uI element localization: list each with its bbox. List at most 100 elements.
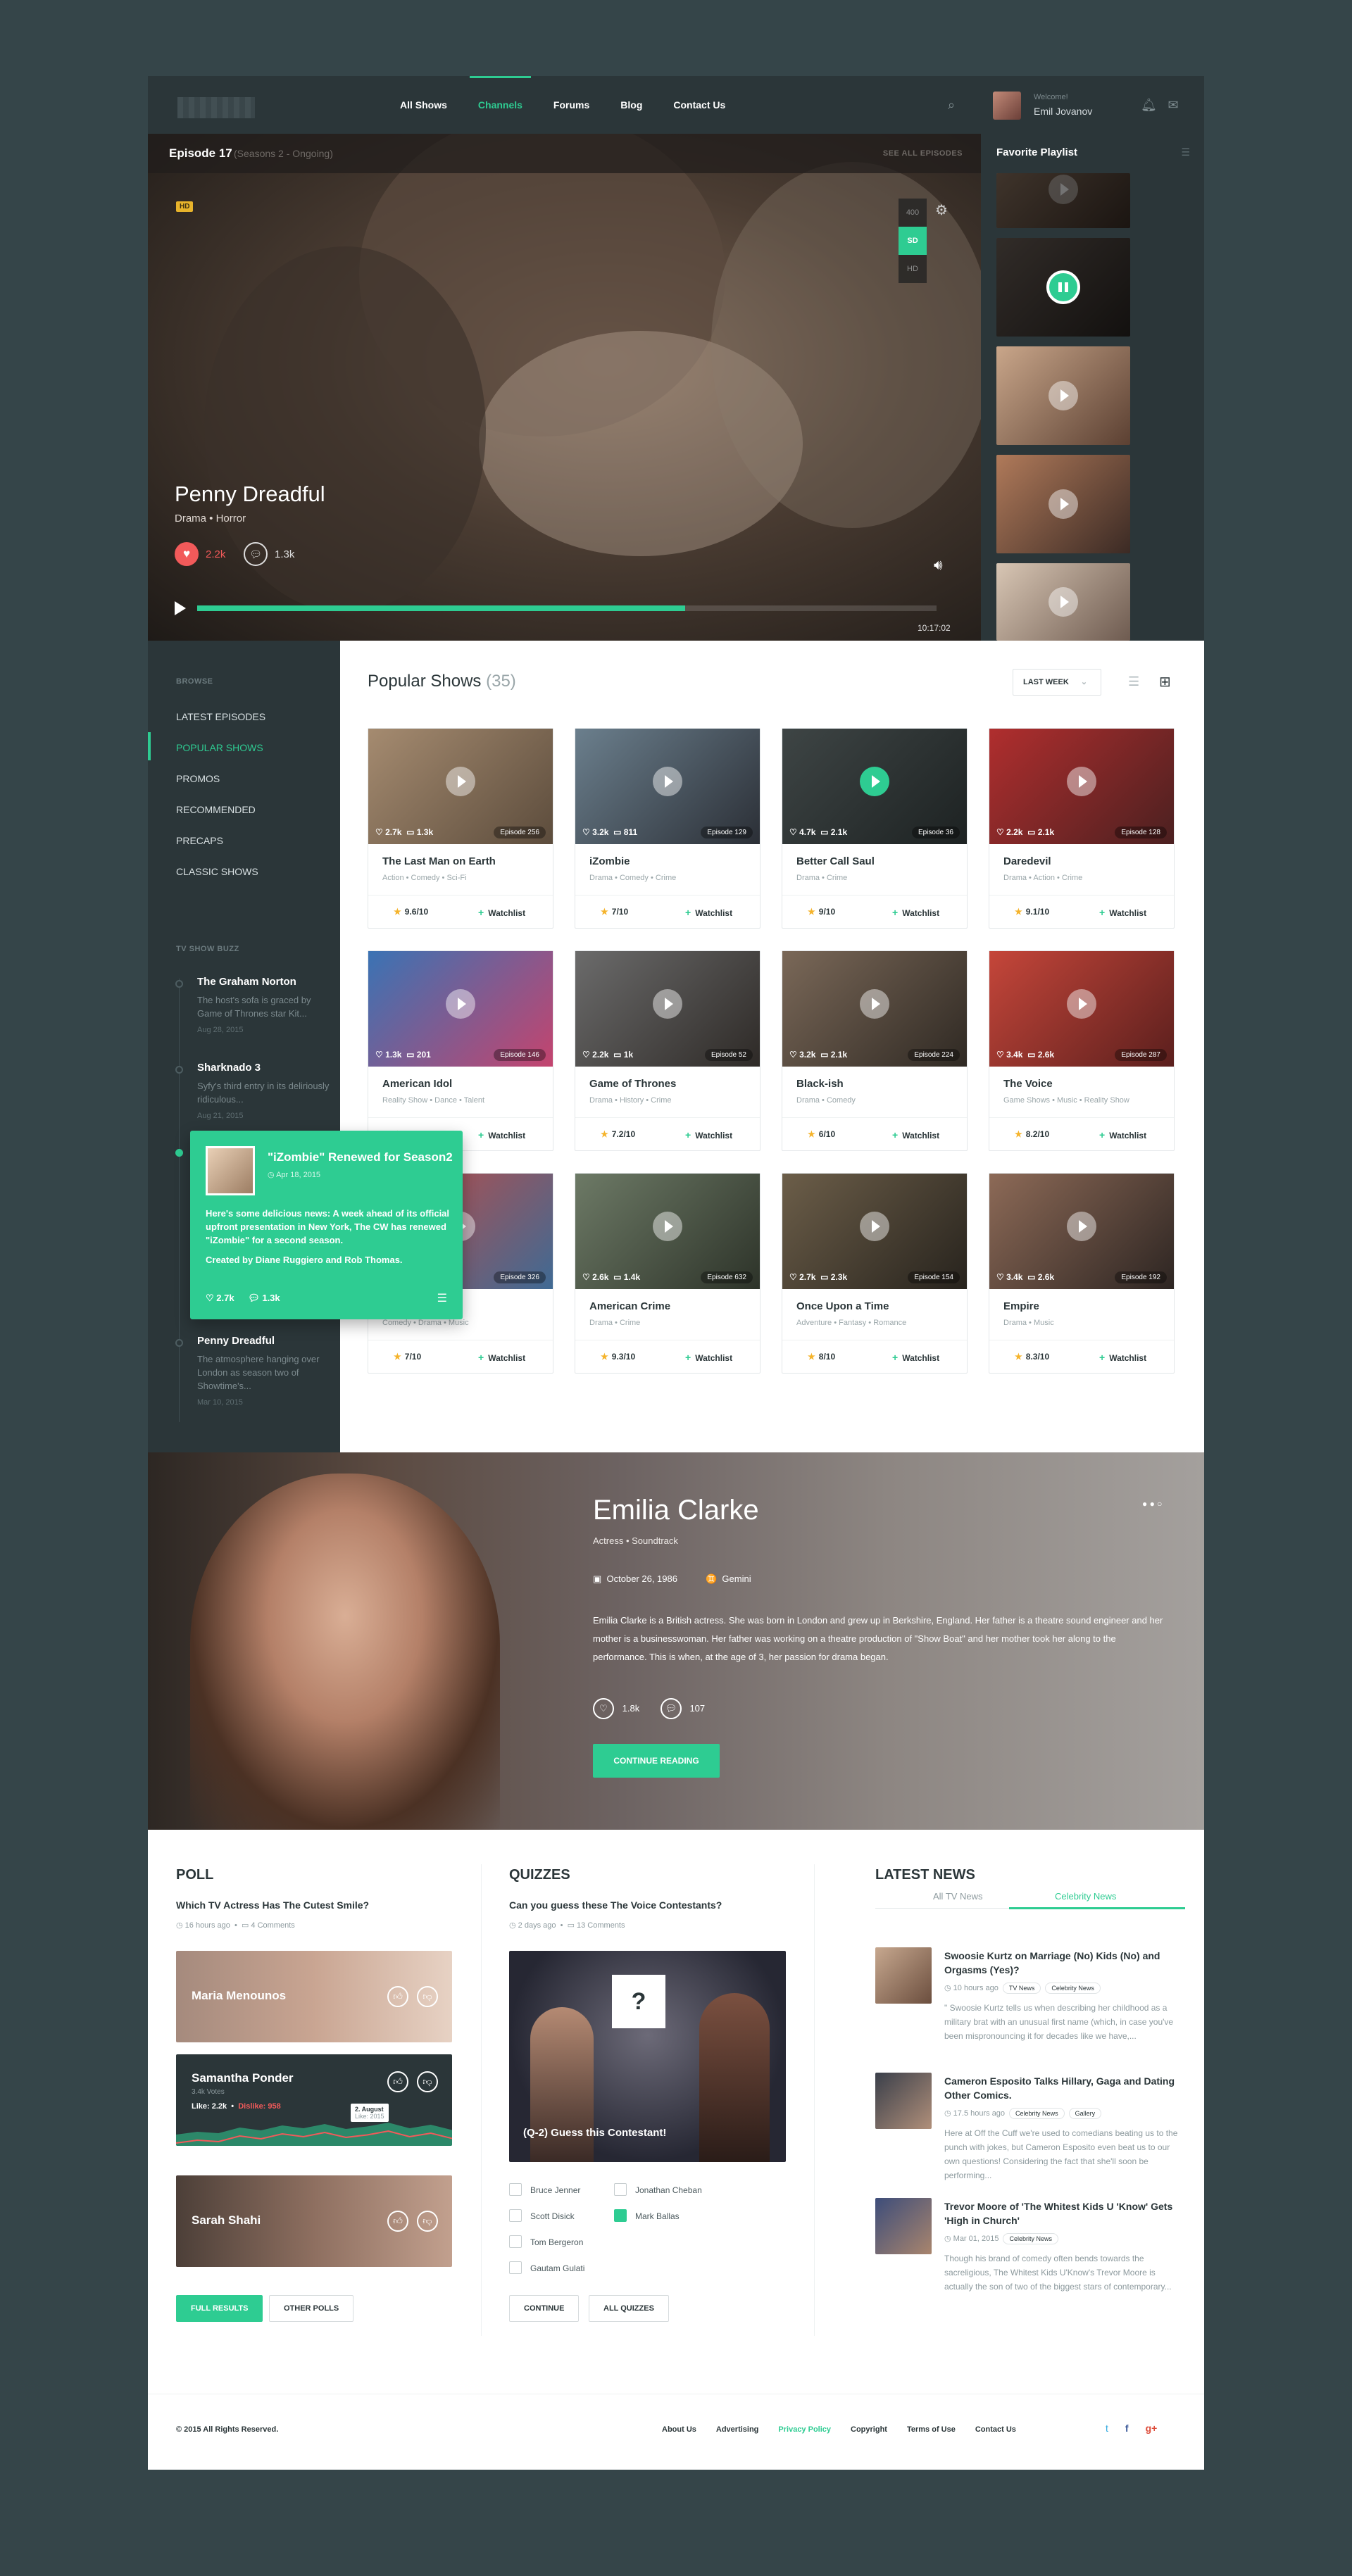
user-name[interactable]: Emil Jovanov <box>1034 106 1092 117</box>
sidebar-item-recommended[interactable]: RECOMMENDED <box>176 804 256 815</box>
comment-icon[interactable]: 💬︎ <box>248 1293 262 1303</box>
quality-sd[interactable]: SD <box>899 227 927 255</box>
quiz-option[interactable]: Scott Disick <box>509 2209 575 2222</box>
continue-button[interactable]: CONTINUE <box>509 2295 580 2322</box>
show-thumbnail[interactable]: ♡ 2.7k ▭ 2.3k Episode 154 <box>782 1174 967 1289</box>
playlist-item[interactable] <box>996 455 1130 553</box>
search-icon[interactable]: ⌕ <box>944 97 959 113</box>
show-thumbnail[interactable]: ♡ 3.4k ▭ 2.6k Episode 287 <box>989 951 1174 1067</box>
show-title[interactable]: The Last Man on Earth <box>382 855 496 867</box>
twitter-icon[interactable]: t <box>1106 2423 1108 2434</box>
other-polls-button[interactable]: OTHER POLLS <box>269 2295 354 2322</box>
play-icon[interactable] <box>446 989 475 1019</box>
comment-button[interactable]: 💬︎ <box>244 542 268 566</box>
quiz-option[interactable]: Jonathan Cheban <box>614 2183 702 2196</box>
quality-400[interactable]: 400 <box>899 199 927 227</box>
news-tag[interactable]: Celebrity News <box>1045 1983 1101 1994</box>
watchlist-button[interactable]: Watchlist <box>685 1352 732 1363</box>
show-thumbnail[interactable]: ♡ 2.6k ▭ 1.4k Episode 632 <box>575 1174 760 1289</box>
watchlist-button[interactable]: Watchlist <box>1099 1129 1146 1141</box>
footer-link-about[interactable]: About Us <box>662 2425 696 2434</box>
show-thumbnail[interactable]: ♡ 2.2k ▭ 2.1k Episode 128 <box>989 729 1174 844</box>
show-title[interactable]: Once Upon a Time <box>796 1300 889 1312</box>
news-title[interactable]: Cameron Esposito Talks Hillary, Gaga and… <box>944 2074 1185 2102</box>
show-card[interactable]: ♡ 2.6k ▭ 1.4k Episode 632 American Crime Dr… <box>575 1173 760 1374</box>
quiz-option[interactable]: Gautam Gulati <box>509 2261 584 2274</box>
facebook-icon[interactable]: f <box>1125 2423 1129 2434</box>
nav-blog[interactable]: Blog <box>605 76 658 134</box>
play-icon[interactable] <box>446 767 475 797</box>
progress-track[interactable] <box>197 605 937 611</box>
watchlist-button[interactable]: Watchlist <box>892 1352 939 1363</box>
sidebar-item-classic-shows[interactable]: CLASSIC SHOWS <box>176 866 258 877</box>
google-plus-icon[interactable]: g+ <box>1146 2423 1158 2434</box>
show-title[interactable]: Better Call Saul <box>796 855 875 867</box>
nav-forums[interactable]: Forums <box>538 76 605 134</box>
news-popup[interactable]: "iZombie" Renewed for Season2 ◷ Apr 18, … <box>190 1131 463 1319</box>
watchlist-button[interactable]: Watchlist <box>892 907 939 918</box>
quiz-option-checked[interactable]: Mark Ballas <box>614 2209 680 2222</box>
carousel-dots[interactable]: ● ● ○ <box>1142 1499 1162 1509</box>
quiz-option[interactable]: Tom Bergeron <box>509 2235 583 2248</box>
play-icon[interactable] <box>653 767 682 797</box>
sidebar-item-precaps[interactable]: PRECAPS <box>176 835 223 846</box>
tab-celebrity-news[interactable]: Celebrity News <box>1055 1891 1116 1902</box>
play-icon[interactable] <box>860 989 889 1019</box>
grid-view-icon[interactable]: ⊞ <box>1159 673 1171 691</box>
nav-channels[interactable]: Channels <box>463 76 538 134</box>
site-logo[interactable] <box>177 97 255 118</box>
watchlist-button[interactable]: Watchlist <box>892 1129 939 1141</box>
play-icon[interactable] <box>653 1212 682 1242</box>
buzz-item[interactable]: Sharknado 3 Syfy's third entry in its de… <box>197 1062 331 1120</box>
pause-icon[interactable] <box>1046 270 1080 304</box>
heart-icon[interactable]: ♡ <box>593 1698 614 1719</box>
show-thumbnail[interactable]: ♡ 3.2k ▭ 2.1k Episode 224 <box>782 951 967 1067</box>
watchlist-button[interactable]: Watchlist <box>478 1129 525 1141</box>
quiz-option[interactable]: Bruce Jenner <box>509 2183 580 2196</box>
show-thumbnail[interactable]: ♡ 3.4k ▭ 2.6k Episode 192 <box>989 1174 1174 1289</box>
sidebar-item-promos[interactable]: PROMOS <box>176 773 220 784</box>
see-all-episodes-link[interactable]: SEE ALL EPISODES <box>883 149 963 158</box>
show-card[interactable]: ♡ 3.2k ▭ 2.1k Episode 224 Black-ish Drama •… <box>782 950 968 1151</box>
show-thumbnail[interactable]: ♡ 4.7k ▭ 2.1k Episode 36 <box>782 729 967 844</box>
show-card[interactable]: ♡ 3.4k ▭ 2.6k Episode 192 Empire Drama • Mu… <box>989 1173 1175 1374</box>
menu-icon[interactable]: ☰ <box>437 1291 447 1305</box>
playlist-item[interactable] <box>996 563 1130 641</box>
nav-all-shows[interactable]: All Shows <box>384 76 463 134</box>
show-card[interactable]: ♡ 2.2k ▭ 1k Episode 52 Game of Thrones Dram… <box>575 950 760 1151</box>
footer-link-contact[interactable]: Contact Us <box>975 2425 1016 2434</box>
watchlist-button[interactable]: Watchlist <box>685 907 732 918</box>
sidebar-item-latest-episodes[interactable]: LATEST EPISODES <box>176 711 265 722</box>
play-icon[interactable] <box>1067 767 1096 797</box>
comment-icon[interactable]: 💬︎ <box>660 1698 682 1719</box>
poll-question[interactable]: Which TV Actress Has The Cutest Smile? <box>176 1899 369 1911</box>
quality-hd[interactable]: HD <box>899 255 927 283</box>
show-card[interactable]: ♡ 3.2k ▭ 811 Episode 129 iZombie Drama • Co… <box>575 728 760 929</box>
show-title[interactable]: iZombie <box>589 855 630 867</box>
show-title[interactable]: Game of Thrones <box>589 1078 676 1090</box>
news-tag[interactable]: TV News <box>1002 1983 1041 1994</box>
playlist-menu-icon[interactable]: ☰ <box>1181 146 1190 158</box>
thumbs-down-icon[interactable]: 👎︎ <box>417 2211 438 2232</box>
poll-option[interactable]: Maria Menounos 👍︎ 👎︎ <box>176 1951 452 2042</box>
watchlist-button[interactable]: Watchlist <box>1099 1352 1146 1363</box>
show-card[interactable]: ♡ 3.4k ▭ 2.6k Episode 287 The Voice Game Sh… <box>989 950 1175 1151</box>
play-icon[interactable] <box>175 601 186 615</box>
thumbs-up-icon[interactable]: 👍︎ <box>387 1986 408 2007</box>
footer-link-privacy[interactable]: Privacy Policy <box>778 2425 831 2434</box>
news-title[interactable]: Trevor Moore of 'The Whitest Kids U 'Kno… <box>944 2199 1185 2228</box>
thumbs-up-icon[interactable]: 👍︎ <box>387 2071 408 2092</box>
watchlist-button[interactable]: Watchlist <box>685 1129 732 1141</box>
play-icon[interactable] <box>860 767 889 797</box>
volume-icon[interactable]: 🔊︎ <box>934 558 943 574</box>
show-title[interactable]: American Idol <box>382 1078 452 1090</box>
user-avatar[interactable] <box>993 92 1021 120</box>
all-quizzes-button[interactable]: ALL QUIZZES <box>589 2295 669 2322</box>
show-card[interactable]: ♡ 2.7k ▭ 1.3k Episode 256 The Last Man on … <box>368 728 553 929</box>
playlist-item[interactable] <box>996 173 1130 228</box>
show-thumbnail[interactable]: ♡ 2.2k ▭ 1k Episode 52 <box>575 951 760 1067</box>
sort-dropdown[interactable]: LAST WEEK ⌄ <box>1013 669 1101 696</box>
poll-option[interactable]: Sarah Shahi 👍︎ 👎︎ <box>176 2175 452 2267</box>
play-icon[interactable] <box>1067 1212 1096 1242</box>
bell-icon[interactable]: 🔔︎ <box>1141 97 1157 113</box>
